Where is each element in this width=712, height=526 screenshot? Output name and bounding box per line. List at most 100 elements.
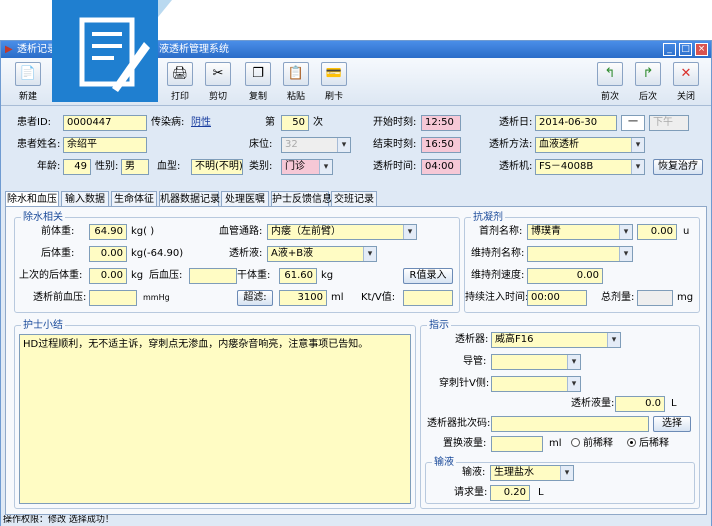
end-time-field[interactable]: 16:50 [421, 137, 461, 153]
dialysate-volume-unit: L [671, 398, 677, 409]
maximize-button[interactable]: □ [679, 43, 692, 56]
end-time-label: 结束时刻: [373, 139, 417, 150]
times-unit: 次 [313, 117, 323, 128]
maintenance-speed-field[interactable]: 0.00 [527, 268, 603, 284]
catheter-select[interactable] [491, 354, 581, 370]
post-weight-unit: kg(-64.90) [131, 248, 184, 259]
minimize-button[interactable]: _ [663, 43, 676, 56]
dialysate-volume-label: 透析液量: [571, 398, 615, 409]
maintenance-speed-label: 维持剂速度: [471, 270, 525, 281]
restore-treatment-button[interactable]: 恢复治疗 [653, 159, 703, 175]
machine-label: 透析机: [499, 161, 533, 172]
infect-value[interactable]: 阴性 [191, 115, 211, 131]
print-label: 打印 [170, 92, 189, 102]
post-bp-field[interactable] [189, 268, 237, 284]
method-select[interactable]: 血液透析 [535, 137, 645, 153]
window-title: 透析记录 [17, 44, 57, 55]
pre-bp-field[interactable] [89, 290, 137, 306]
document-badge-icon [52, 0, 158, 102]
blood-field[interactable]: 不明(不明) [191, 159, 243, 175]
replacement-volume-unit: ml [549, 438, 562, 449]
pre-weight-field[interactable]: 64.90 [89, 224, 127, 240]
first-dose-name-label: 首剂名称: [479, 226, 523, 237]
tab-nurse-feedback[interactable]: 护士反馈信息 [271, 191, 332, 207]
tab-handover[interactable]: 交班记录 [331, 191, 377, 207]
request-volume-unit: L [538, 487, 544, 498]
pre-weight-unit: kg( ) [131, 226, 155, 237]
close-button[interactable]: ✕ 关闭 [669, 62, 703, 104]
post-dilution-radio[interactable]: 后稀释 [627, 436, 669, 452]
first-dose-select[interactable]: 博璞青 [527, 224, 633, 240]
anticoag-group: 抗凝剂 首剂名称: 博璞青 0.00 u 维持剂名称: 维持剂速度: 0.00 … [464, 212, 700, 313]
request-volume-field[interactable]: 0.20 [490, 485, 530, 501]
dialyzer-batch-label: 透析器批次码: [427, 418, 491, 429]
infusion-select[interactable]: 生理盐水 [490, 465, 574, 481]
total-dose-unit: mg [677, 292, 694, 303]
dialyzer-select[interactable]: 威高F16 [491, 332, 621, 348]
date-label: 透析日: [499, 117, 533, 128]
cut-label: 剪切 [208, 92, 227, 102]
date-field[interactable]: 2014-06-30 [535, 115, 617, 131]
print-button[interactable]: 🖨 打印 [163, 62, 197, 104]
needle-v-select[interactable] [491, 376, 581, 392]
type-select[interactable]: 门诊 [281, 159, 333, 175]
dialysate-select[interactable]: A液+B液 [267, 246, 377, 262]
swipe-label: 刷卡 [324, 92, 343, 102]
last-post-weight-field[interactable]: 0.00 [89, 268, 127, 284]
pre-bp-label: 透析前血压: [33, 292, 87, 303]
pre-weight-label: 前体重: [41, 226, 75, 237]
bed-select[interactable]: 32 [281, 137, 351, 153]
r-value-entry-button[interactable]: R值录入 [403, 268, 453, 284]
close-label: 关闭 [676, 92, 695, 102]
post-dilution-label: 后稀释 [639, 438, 669, 449]
vascular-access-select[interactable]: 内瘘（左前臂） [267, 224, 417, 240]
anticoag-title: 抗凝剂 [471, 212, 505, 223]
swipe-card-button[interactable]: 💳 刷卡 [317, 62, 351, 104]
duration-field[interactable]: 04:00 [421, 159, 461, 175]
next-button[interactable]: ↱ 后次 [631, 62, 665, 104]
post-weight-label: 后体重: [41, 248, 75, 259]
method-label: 透析方法: [489, 139, 533, 150]
tab-input-data[interactable]: 输入数据 [61, 191, 109, 207]
tab-machine-data[interactable]: 机器数据记录 [159, 191, 220, 207]
patient-id-field[interactable]: 0000447 [63, 115, 147, 131]
radio-off-icon [571, 438, 580, 447]
arrow-forward-icon: ↱ [635, 62, 661, 86]
copy-icon: ❐ [245, 62, 271, 86]
select-batch-button[interactable]: 选择 [653, 416, 691, 432]
dialysate-volume-field[interactable]: 0.0 [615, 396, 665, 412]
post-weight-field[interactable]: 0.00 [89, 246, 127, 262]
copy-label: 复制 [248, 92, 267, 102]
copy-button[interactable]: ❐ 复制 [241, 62, 275, 104]
tab-orders[interactable]: 处理医嘱 [221, 191, 269, 207]
pre-dilution-radio[interactable]: 前稀释 [571, 436, 613, 452]
new-button[interactable]: 📄 新建 [11, 62, 45, 104]
replacement-volume-field[interactable] [491, 436, 543, 452]
tab-vital-signs[interactable]: 生命体征 [111, 191, 157, 207]
machine-select[interactable]: FS－4008B [535, 159, 645, 175]
times-field[interactable]: 50 [281, 115, 309, 131]
ultrafiltration-field[interactable]: 3100 [279, 290, 327, 306]
ktv-field[interactable] [403, 290, 453, 306]
weekday-field[interactable]: 一 [621, 115, 645, 131]
type-label: 类别: [249, 161, 273, 172]
patient-name-field[interactable]: 余绍平 [63, 137, 147, 153]
age-field[interactable]: 49 [63, 159, 91, 175]
dry-weight-field[interactable]: 61.60 [279, 268, 317, 284]
start-time-field[interactable]: 12:50 [421, 115, 461, 131]
window-close-button[interactable]: × [695, 43, 708, 56]
cut-button[interactable]: ✂ 剪切 [201, 62, 235, 104]
paste-button[interactable]: 📋 粘贴 [279, 62, 313, 104]
arrow-back-icon: ↰ [597, 62, 623, 86]
dialyzer-batch-field[interactable] [491, 416, 649, 432]
first-dose-field[interactable]: 0.00 [637, 224, 677, 240]
maintenance-select[interactable] [527, 246, 633, 262]
times-label: 第 [265, 117, 275, 128]
continuous-time-field[interactable]: 00:00 [527, 290, 587, 306]
prev-button[interactable]: ↰ 前次 [593, 62, 627, 104]
nurse-summary-title: 护士小结 [21, 320, 65, 331]
bed-label: 床位: [249, 139, 273, 150]
ultrafiltration-button[interactable]: 超滤: [237, 290, 273, 306]
sex-field[interactable]: 男 [121, 159, 149, 175]
nurse-summary-textarea[interactable]: HD过程顺利，无不适主诉，穿刺点无渗血，内瘘杂音响亮，注意事项已告知。 [19, 334, 411, 504]
